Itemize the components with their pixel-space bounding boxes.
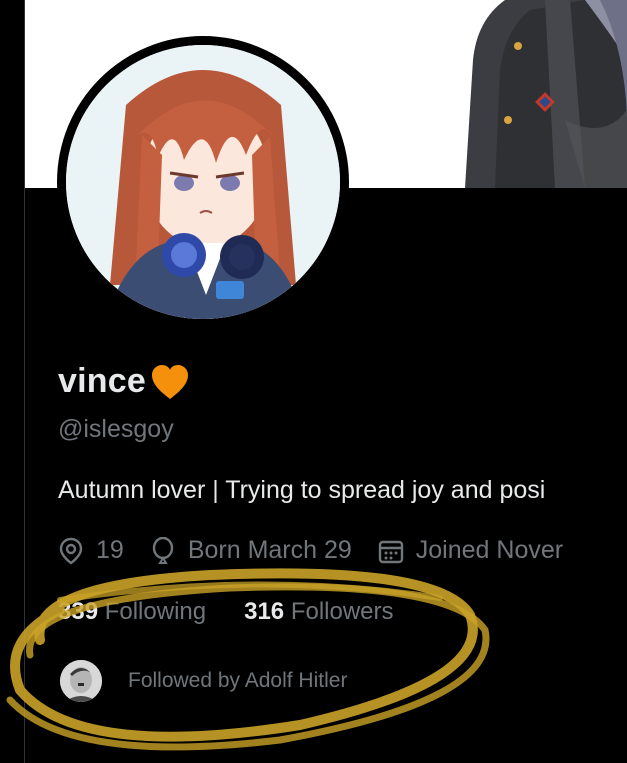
profile-meta: 19 Born March 29 Joined Nover [58,536,627,565]
birthday-text: Born March 29 [187,536,352,564]
joined-item: Joined Nover [378,536,563,565]
display-name-row: vince [58,360,190,402]
follower-avatar [60,660,102,702]
display-name: vince [58,361,146,400]
location-text: 19 [96,536,124,564]
avatar[interactable] [66,45,340,319]
following-link[interactable]: 339 Following [58,598,206,626]
following-count: 339 [58,598,99,625]
followers-link[interactable]: 316 Followers [244,598,393,626]
followed-by-text: Followed by Adolf Hitler [128,669,348,692]
avatar-illustration [66,45,340,319]
followers-label: Followers [290,598,394,625]
joined-text: Joined Nover [415,536,564,564]
follower-photo [60,660,102,702]
bio: Autumn lover | Trying to spread joy and … [58,476,546,504]
handle: @islesgoy [58,415,174,443]
orange-heart-icon [151,365,188,399]
followers-count: 316 [244,598,285,625]
birthday-item: Born March 29 [150,536,352,565]
left-rail [0,0,25,763]
following-label: Following [104,598,207,625]
balloon-icon [152,536,174,564]
followed-by-row[interactable]: Followed by Adolf Hitler [60,660,347,702]
location-pin-icon [59,537,83,564]
calendar-icon [378,540,403,563]
location-item: 19 [58,536,124,565]
follow-stats: 339 Following 316 Followers [58,598,432,626]
